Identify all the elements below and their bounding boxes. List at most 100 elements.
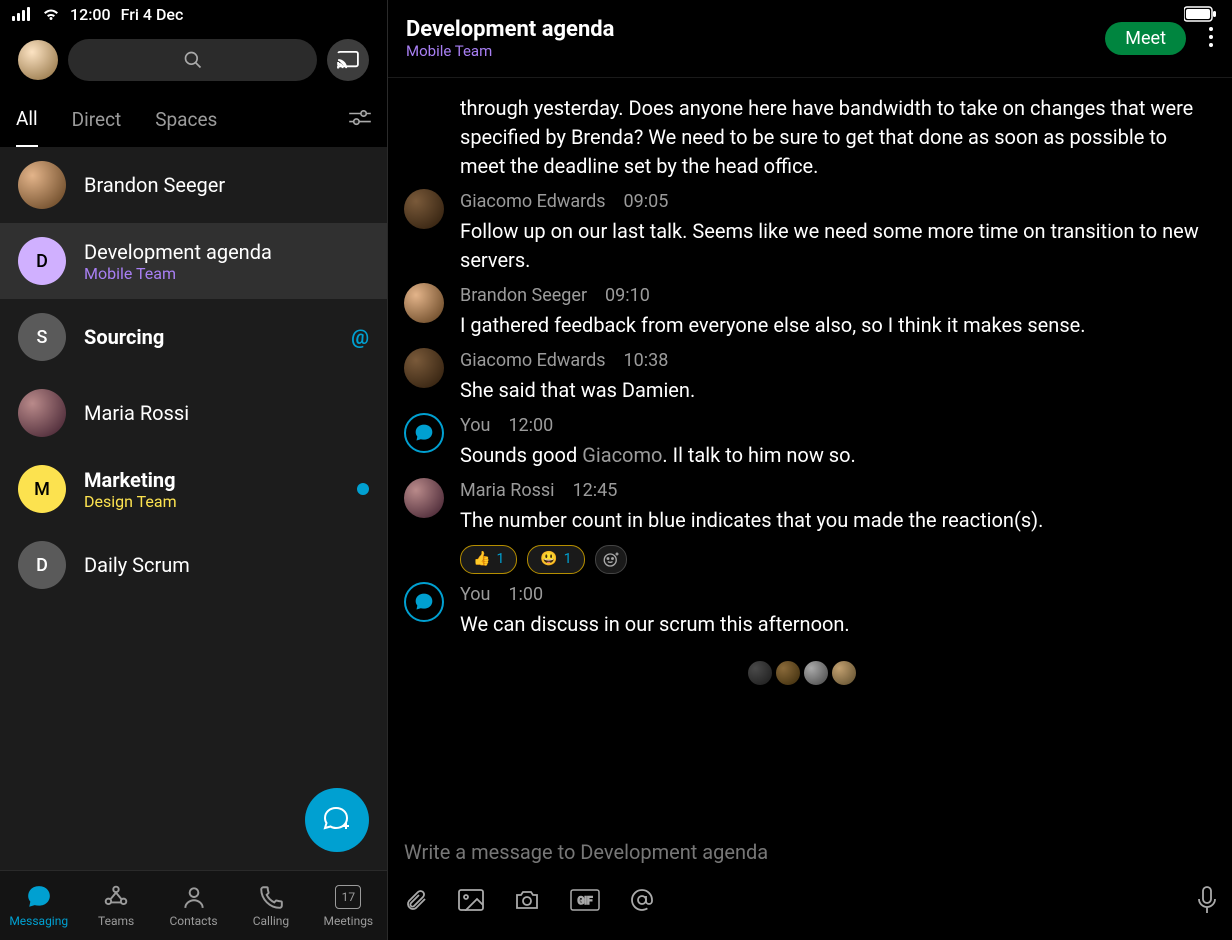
conversation-subtitle: Mobile Team: [406, 42, 1105, 60]
conversation-item[interactable]: Brandon Seeger: [0, 147, 387, 223]
message-sender: You: [460, 582, 490, 608]
new-message-fab[interactable]: [305, 788, 369, 852]
read-receipts: [404, 647, 1206, 707]
nav-calling[interactable]: Calling: [232, 871, 309, 940]
message-time: 12:45: [573, 478, 618, 504]
attach-button[interactable]: [404, 888, 428, 916]
conversation-title: Development agenda: [84, 240, 369, 264]
bottom-nav: Messaging Teams Contacts Calling 17 Meet…: [0, 870, 387, 940]
filter-tab-direct[interactable]: Direct: [72, 108, 122, 146]
message-body: Follow up on our last talk. Seems like w…: [460, 217, 1206, 275]
mention-button[interactable]: [630, 888, 654, 916]
message: Maria Rossi 12:45The number count in blue…: [404, 478, 1206, 573]
message-body: She said that was Damien.: [460, 376, 1206, 405]
main-panel: Development agenda Mobile Team Meet thro…: [387, 0, 1232, 940]
image-icon: [458, 889, 484, 911]
camera-icon: [514, 889, 540, 911]
message-avatar: [404, 283, 444, 323]
conversation-avatar: [18, 161, 66, 209]
at-icon: [630, 888, 654, 912]
receipt-avatar: [830, 659, 858, 687]
message-avatar: [404, 348, 444, 388]
nav-messaging[interactable]: Messaging: [0, 871, 77, 940]
message: You12:00Sounds good Giacomo. Il talk to …: [404, 413, 1206, 470]
mic-button[interactable]: [1198, 886, 1216, 918]
conversation-avatar: D: [18, 541, 66, 589]
battery-indicator: [1184, 6, 1216, 26]
add-reaction-button[interactable]: [595, 545, 627, 573]
message-sender: Giacomo Edwards: [460, 348, 606, 374]
filter-tab-spaces[interactable]: Spaces: [155, 108, 217, 146]
message-sender: Maria Rossi: [460, 478, 555, 504]
svg-text:GIF: GIF: [577, 896, 593, 907]
camera-button[interactable]: [514, 889, 540, 915]
filter-tabs: All Direct Spaces: [0, 92, 387, 147]
message-body: We can discuss in our scrum this afterno…: [460, 610, 1206, 639]
receipt-avatar: [802, 659, 830, 687]
conversation-avatar: M: [18, 465, 66, 513]
reaction-pill[interactable]: 😃1: [527, 545, 584, 573]
paperclip-icon: [404, 888, 428, 912]
conversation-title: Marketing: [84, 468, 339, 492]
conversation-item[interactable]: Maria Rossi: [0, 375, 387, 451]
sidebar: 12:00 Fri 4 Dec All Direct Spaces Brando…: [0, 0, 387, 940]
conversation-avatar: [18, 389, 66, 437]
reaction-pill[interactable]: 👍1: [460, 545, 517, 573]
conversation-avatar: S: [18, 313, 66, 361]
message-body: I gathered feedback from everyone else a…: [460, 311, 1206, 340]
cast-button[interactable]: [327, 39, 369, 81]
meet-button[interactable]: Meet: [1105, 22, 1186, 55]
contacts-icon: [181, 884, 207, 910]
conversation-avatar: D: [18, 237, 66, 285]
calling-icon: [258, 884, 284, 910]
message-sender: You: [460, 413, 490, 439]
nav-teams[interactable]: Teams: [77, 871, 154, 940]
conversation-title: Development agenda: [406, 17, 1105, 42]
mention[interactable]: Giacomo: [582, 443, 662, 467]
mic-icon: [1198, 886, 1216, 914]
message-avatar: [404, 478, 444, 518]
receipt-avatar: [746, 659, 774, 687]
conversation-title: Daily Scrum: [84, 553, 369, 577]
message-sender: Giacomo Edwards: [460, 189, 606, 215]
more-button[interactable]: [1208, 26, 1214, 52]
calendar-icon: 17: [335, 885, 361, 909]
conversation-list: Brandon Seeger D Development agendaMobile …: [0, 147, 387, 870]
cast-icon: [337, 51, 359, 69]
messaging-icon: [26, 884, 52, 910]
nav-meetings[interactable]: 17 Meetings: [310, 871, 387, 940]
conversation-item[interactable]: D Development agendaMobile Team: [0, 223, 387, 299]
message-time: 09:05: [624, 189, 669, 215]
you-avatar: [404, 413, 444, 453]
message-time: 09:10: [605, 283, 650, 309]
filter-settings-button[interactable]: [349, 109, 371, 131]
image-button[interactable]: [458, 889, 484, 915]
nav-contacts[interactable]: Contacts: [155, 871, 232, 940]
message-body: The number count in blue indicates that …: [460, 506, 1206, 535]
message: You1:00We can discuss in our scrum this …: [404, 582, 1206, 639]
battery-icon: [1184, 6, 1216, 22]
unread-dot: [357, 483, 369, 495]
filter-tab-all[interactable]: All: [16, 107, 38, 147]
signal-icon: [12, 7, 32, 21]
message-list[interactable]: through yesterday. Does anyone here have…: [388, 78, 1232, 832]
mention-badge: @: [351, 325, 369, 349]
conversation-item[interactable]: D Daily Scrum: [0, 527, 387, 603]
message: Giacomo Edwards10:38She said that was Da…: [404, 348, 1206, 405]
message-time: 12:00: [508, 413, 553, 439]
search-input[interactable]: [68, 39, 317, 81]
message-input[interactable]: Write a message to Development agenda: [404, 840, 1216, 864]
conversation-item[interactable]: SSourcing@: [0, 299, 387, 375]
you-avatar: [404, 582, 444, 622]
conversation-subtitle: Design Team: [84, 492, 339, 511]
composer: Write a message to Development agenda GI…: [388, 832, 1232, 940]
chat-plus-icon: [321, 804, 353, 836]
conversation-item[interactable]: M MarketingDesign Team: [0, 451, 387, 527]
gif-button[interactable]: GIF: [570, 889, 600, 915]
composer-toolbar: GIF: [404, 886, 1216, 918]
user-avatar[interactable]: [18, 40, 58, 80]
conversation-title: Maria Rossi: [84, 401, 369, 425]
conversation-subtitle: Mobile Team: [84, 264, 369, 283]
message: through yesterday. Does anyone here have…: [404, 94, 1206, 181]
status-time: 12:00: [70, 5, 111, 24]
